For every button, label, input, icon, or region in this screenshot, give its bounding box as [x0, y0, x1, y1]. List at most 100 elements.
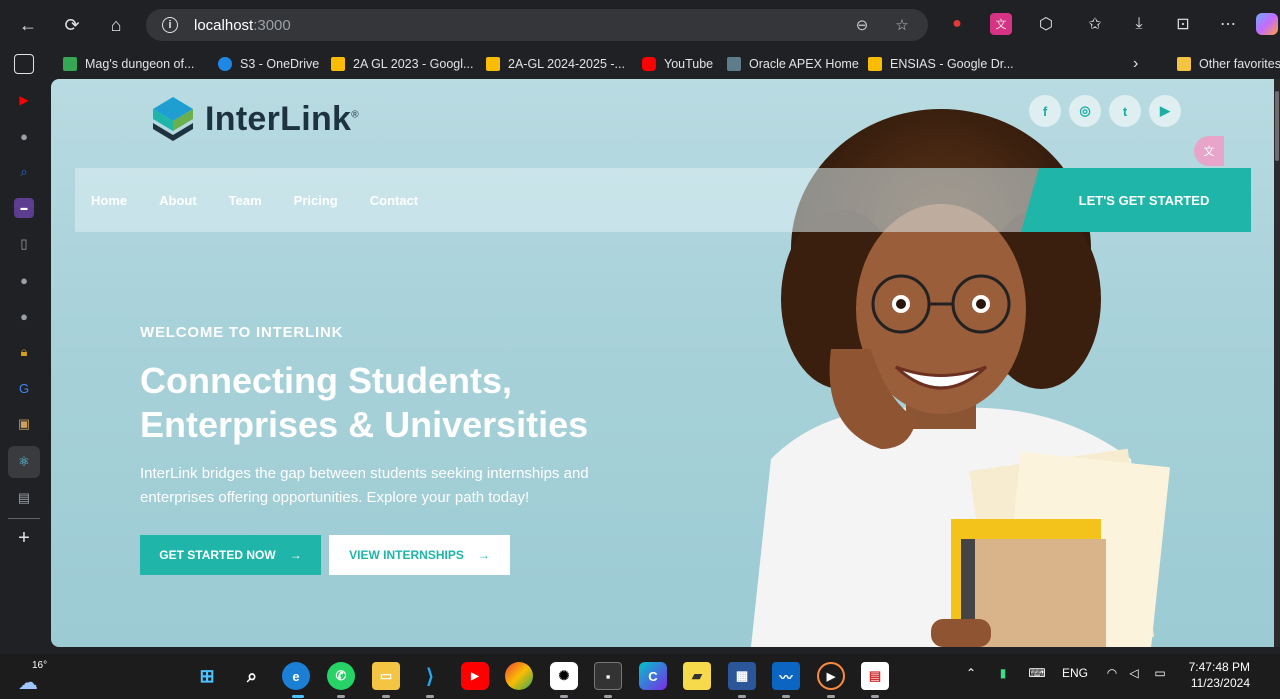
back-icon[interactable]: ←: [13, 10, 43, 40]
language-indicator[interactable]: ENG: [1060, 666, 1090, 680]
bookmark-item[interactable]: Mag's dungeon of...: [63, 54, 194, 74]
tab-actions-icon[interactable]: [14, 54, 34, 74]
media-player-icon[interactable]: ▶: [817, 662, 845, 690]
bookmark-item[interactable]: ENSIAS - Google Dr...: [868, 54, 1014, 74]
instagram-icon[interactable]: ◎: [1069, 95, 1101, 127]
running-indicator: [426, 695, 434, 698]
view-internships-button[interactable]: VIEW INTERNSHIPS →: [329, 535, 510, 575]
file-explorer-icon[interactable]: ▭: [372, 662, 400, 690]
nav-pricing[interactable]: Pricing: [294, 193, 338, 208]
chrome-icon[interactable]: [505, 662, 533, 690]
whatsapp-icon[interactable]: ✆: [327, 662, 355, 690]
chevron-right-icon[interactable]: ›: [1133, 54, 1138, 74]
twitter-icon[interactable]: t: [1109, 95, 1141, 127]
chevron-up-icon[interactable]: ⌃: [963, 666, 979, 680]
running-indicator: [604, 695, 612, 698]
app-icon[interactable]: ▬: [14, 198, 34, 218]
app-icon[interactable]: ▤: [861, 662, 889, 690]
youtube-icon[interactable]: ▶: [14, 90, 34, 110]
folder-icon: [1177, 57, 1191, 71]
downloads-icon[interactable]: ⤓: [1128, 13, 1150, 35]
youtube-icon[interactable]: ▶: [1149, 95, 1181, 127]
translate-extension-icon[interactable]: 文: [990, 13, 1012, 35]
lets-get-started-button[interactable]: LET'S GET STARTED: [1021, 168, 1251, 232]
running-indicator: [382, 695, 390, 698]
lock-icon[interactable]: 🔒︎: [14, 342, 34, 362]
more-menu-icon[interactable]: ⋯: [1217, 13, 1239, 35]
url-text[interactable]: localhost:3000: [194, 17, 291, 34]
bookmark-item[interactable]: 2A GL 2023 - Googl...: [331, 54, 473, 74]
page-scrollbar[interactable]: [1274, 79, 1280, 647]
hero-title: Connecting Students, Enterprises & Unive…: [140, 360, 589, 445]
windows-start-icon[interactable]: ⊞: [193, 662, 221, 690]
system-clock[interactable]: 7:47:48 PM 11/23/2024: [1182, 659, 1250, 691]
youtube-app-icon[interactable]: ▶: [461, 662, 489, 690]
screenshot-icon[interactable]: ⊡: [1172, 13, 1194, 35]
copilot-icon[interactable]: [1256, 13, 1278, 35]
running-indicator: [337, 695, 345, 698]
sticky-notes-icon[interactable]: ▰: [683, 662, 711, 690]
battery-icon[interactable]: ▭: [1151, 666, 1169, 680]
keyboard-icon[interactable]: ⌨: [1028, 666, 1046, 680]
brand-name: InterLink®: [205, 99, 359, 138]
github-icon[interactable]: ●: [14, 126, 34, 146]
translate-float-icon[interactable]: 文: [1194, 136, 1224, 166]
bookmark-item[interactable]: YouTube: [642, 54, 713, 74]
app-icon[interactable]: 〰: [772, 662, 800, 690]
edge-icon[interactable]: e: [282, 662, 310, 690]
address-bar[interactable]: i localhost:3000 ⊖ ☆: [146, 9, 928, 41]
bookmark-item[interactable]: S3 - OneDrive: [218, 54, 319, 74]
extensions-icon[interactable]: ⬡: [1035, 13, 1057, 35]
app-icon[interactable]: ▦: [728, 662, 756, 690]
battery-app-icon[interactable]: ▮: [998, 666, 1008, 680]
site-logo[interactable]: InterLink®: [151, 95, 359, 143]
browser-sidebar: ▶ ● ⌕ ▬ ▯ ● ● 🔒︎ G ▣ ⚛ ▤ +: [0, 50, 48, 654]
browser-toolbar: ← ⟳ ⌂ i localhost:3000 ⊖ ☆ ● 文 ⬡ ✩ ⤓ ⊡ ⋯: [0, 0, 1280, 50]
running-indicator: [782, 695, 790, 698]
drive-icon: [486, 57, 500, 71]
favorite-star-icon[interactable]: ☆: [892, 15, 912, 35]
oracle-apex-icon: [727, 57, 741, 71]
windows-taskbar: ☁ 16° ⊞ ⌕ e ✆ ▭ ⟩ ▶ ✺ ▪ C ▰ ▦ 〰 ▶ ▤ ⌃ ▮ …: [0, 654, 1280, 699]
vscode-icon[interactable]: ⟩: [416, 662, 444, 690]
active-indicator: [292, 695, 304, 698]
google-icon[interactable]: G: [14, 378, 34, 398]
home-icon[interactable]: ⌂: [101, 10, 131, 40]
running-indicator: [560, 695, 568, 698]
app-icon[interactable]: ▪: [594, 662, 622, 690]
calendar-icon[interactable]: ▤: [14, 488, 34, 508]
facebook-icon[interactable]: f: [1029, 95, 1061, 127]
nav-about[interactable]: About: [159, 193, 197, 208]
nav-team[interactable]: Team: [229, 193, 262, 208]
github-icon[interactable]: ●: [14, 270, 34, 290]
running-indicator: [871, 695, 879, 698]
box-icon[interactable]: ▣: [14, 414, 34, 434]
bookmark-item[interactable]: Oracle APEX Home: [727, 54, 859, 74]
wifi-icon[interactable]: ◠: [1104, 666, 1120, 680]
other-favorites[interactable]: Other favorites: [1177, 54, 1280, 74]
arrow-right-icon: →: [477, 548, 490, 562]
react-icon[interactable]: ⚛: [8, 446, 40, 478]
site-info-icon[interactable]: i: [162, 17, 178, 33]
hero-description: InterLink bridges the gap between studen…: [140, 465, 589, 506]
favorites-icon[interactable]: ✩: [1084, 13, 1106, 35]
weather-widget[interactable]: ☁ 16°: [18, 660, 47, 694]
nav-home[interactable]: Home: [91, 193, 127, 208]
drive-icon: [63, 57, 77, 71]
search-icon[interactable]: ⌕: [238, 662, 266, 690]
document-icon[interactable]: ▯: [14, 234, 34, 254]
search-icon[interactable]: ⌕: [14, 162, 34, 182]
refresh-icon[interactable]: ⟳: [57, 10, 87, 40]
add-icon[interactable]: +: [14, 527, 34, 549]
volume-icon[interactable]: ◁: [1126, 666, 1142, 680]
scrollbar-thumb[interactable]: [1275, 91, 1279, 161]
zoom-icon[interactable]: ⊖: [852, 15, 872, 35]
github-icon[interactable]: ●: [14, 306, 34, 326]
bookmark-item[interactable]: 2A-GL 2024-2025 -...: [486, 54, 625, 74]
chatgpt-icon[interactable]: ✺: [550, 662, 578, 690]
canva-icon[interactable]: C: [639, 662, 667, 690]
get-started-now-button[interactable]: GET STARTED NOW →: [140, 535, 321, 575]
nav-contact[interactable]: Contact: [370, 193, 418, 208]
bookmarks-bar: Mag's dungeon of... S3 - OneDrive 2A GL …: [0, 50, 1280, 78]
adblock-extension-icon[interactable]: ●: [946, 13, 968, 35]
